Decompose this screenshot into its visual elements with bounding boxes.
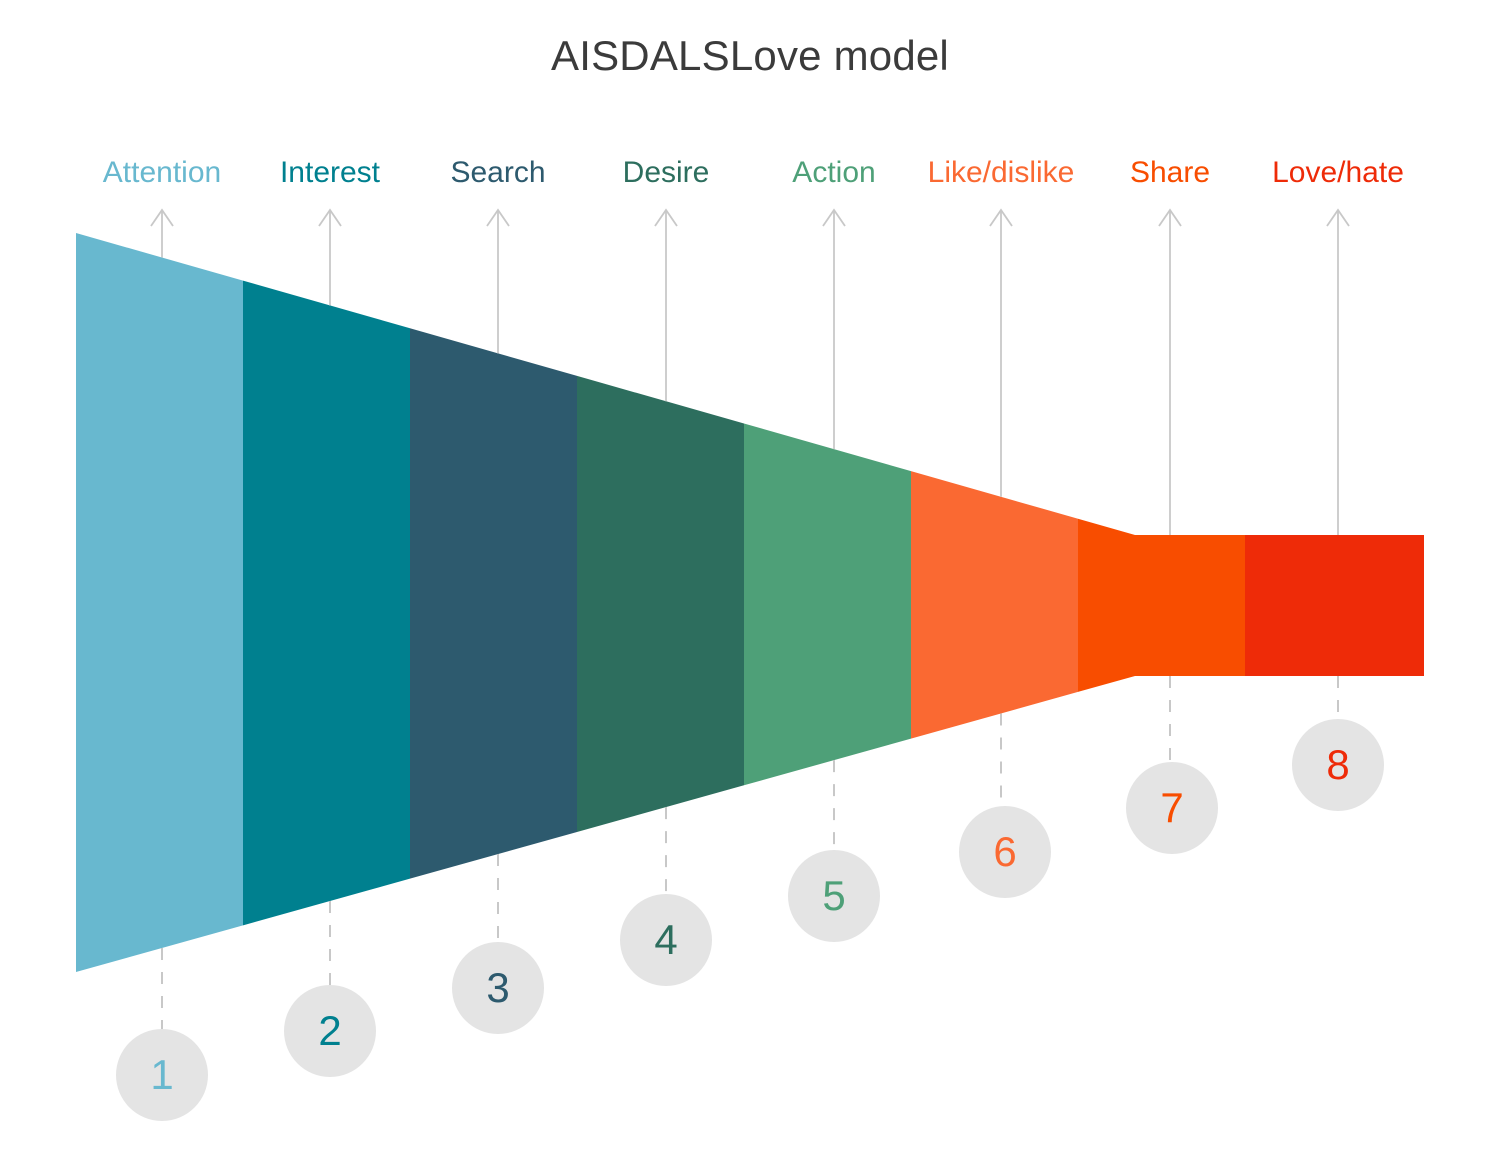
stage-number-text: 7 [1160,784,1184,831]
funnel-segment-attention[interactable] [76,233,243,972]
stage-number-badge-3[interactable]: 3 [452,942,544,1034]
stage-number-text: 5 [822,872,846,919]
stage-number-badge-5[interactable]: 5 [788,850,880,942]
funnel-segments [76,233,1424,972]
stage-number-badge-1[interactable]: 1 [116,1029,208,1121]
stage-label-7[interactable]: Share [1130,156,1210,190]
stage-number-text: 2 [318,1007,342,1054]
funnel-segment-search[interactable] [410,328,577,879]
funnel-segment-love-hate[interactable] [1245,535,1424,676]
funnel-segment-share[interactable] [1078,518,1245,692]
funnel-segment-action[interactable] [744,423,911,786]
stage-number-text: 8 [1326,741,1350,788]
stage-number-badge-4[interactable]: 4 [620,894,712,986]
stage-label-8[interactable]: Love/hate [1272,156,1404,190]
stage-label-3[interactable]: Search [450,156,545,190]
stage-label-1[interactable]: Attention [103,156,221,190]
stage-number-text: 4 [654,916,678,963]
stage-label-4[interactable]: Desire [623,156,710,190]
stage-number-badge-7[interactable]: 7 [1126,762,1218,854]
stage-number-badge-6[interactable]: 6 [959,806,1051,898]
stage-number-text: 1 [150,1051,174,1098]
stage-number-badge-2[interactable]: 2 [284,985,376,1077]
funnel-segment-desire[interactable] [577,375,744,832]
stage-number-text: 6 [993,828,1017,875]
stage-number-badge-8[interactable]: 8 [1292,719,1384,811]
stage-label-5[interactable]: Action [792,156,875,190]
funnel-diagram: AISDALSLove model Attention Interest Searc… [0,0,1500,1166]
funnel-segment-interest[interactable] [243,280,410,926]
stage-number-text: 3 [486,964,510,1011]
stage-label-6[interactable]: Like/dislike [928,156,1075,190]
funnel-segment-like-dislike[interactable] [911,471,1078,739]
stage-label-2[interactable]: Interest [280,156,380,190]
